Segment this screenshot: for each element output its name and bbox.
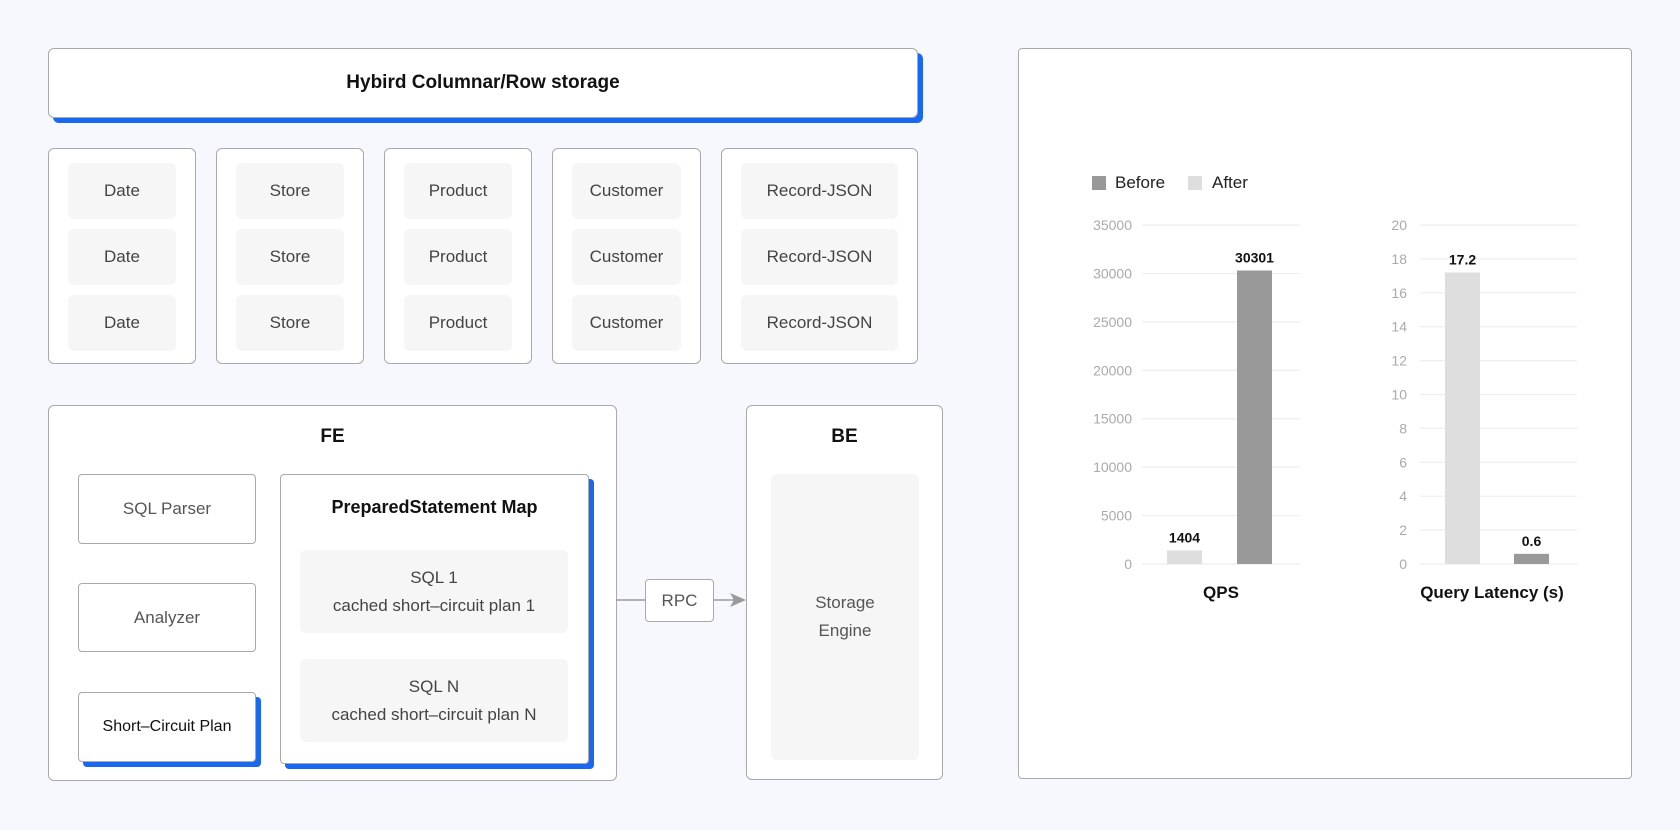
y-tick-label: 0	[1399, 556, 1407, 572]
y-tick-label: 12	[1391, 353, 1407, 369]
y-tick-label: 20000	[1093, 362, 1132, 378]
bar-after	[1445, 272, 1480, 564]
y-tick-label: 2	[1399, 522, 1407, 538]
chart-title: QPS	[1203, 583, 1239, 602]
y-tick-label: 15000	[1093, 411, 1132, 427]
y-tick-label: 6	[1399, 454, 1407, 470]
y-tick-label: 4	[1399, 488, 1407, 504]
bar-value-label: 17.2	[1449, 251, 1476, 267]
bar-before	[1237, 270, 1272, 564]
chart-title: Query Latency (s)	[1420, 583, 1564, 602]
y-tick-label: 8	[1399, 420, 1407, 436]
bar-value-label: 0.6	[1522, 533, 1542, 549]
y-tick-label: 5000	[1101, 508, 1132, 524]
y-tick-label: 20	[1391, 217, 1407, 233]
bar-before	[1514, 553, 1549, 564]
charts-svg: 0500010000150002000025000300003500014043…	[1093, 217, 1577, 602]
y-tick-label: 14	[1391, 319, 1407, 335]
y-tick-label: 0	[1124, 556, 1132, 572]
bar-after	[1167, 550, 1202, 564]
y-tick-label: 18	[1391, 251, 1407, 267]
y-tick-label: 16	[1391, 285, 1407, 301]
y-tick-label: 30000	[1093, 265, 1132, 281]
y-tick-label: 10000	[1093, 459, 1132, 475]
y-tick-label: 25000	[1093, 314, 1132, 330]
y-tick-label: 10	[1391, 387, 1407, 403]
bar-value-label: 30301	[1235, 250, 1274, 266]
y-tick-label: 35000	[1093, 217, 1132, 233]
bar-value-label: 1404	[1169, 529, 1200, 545]
